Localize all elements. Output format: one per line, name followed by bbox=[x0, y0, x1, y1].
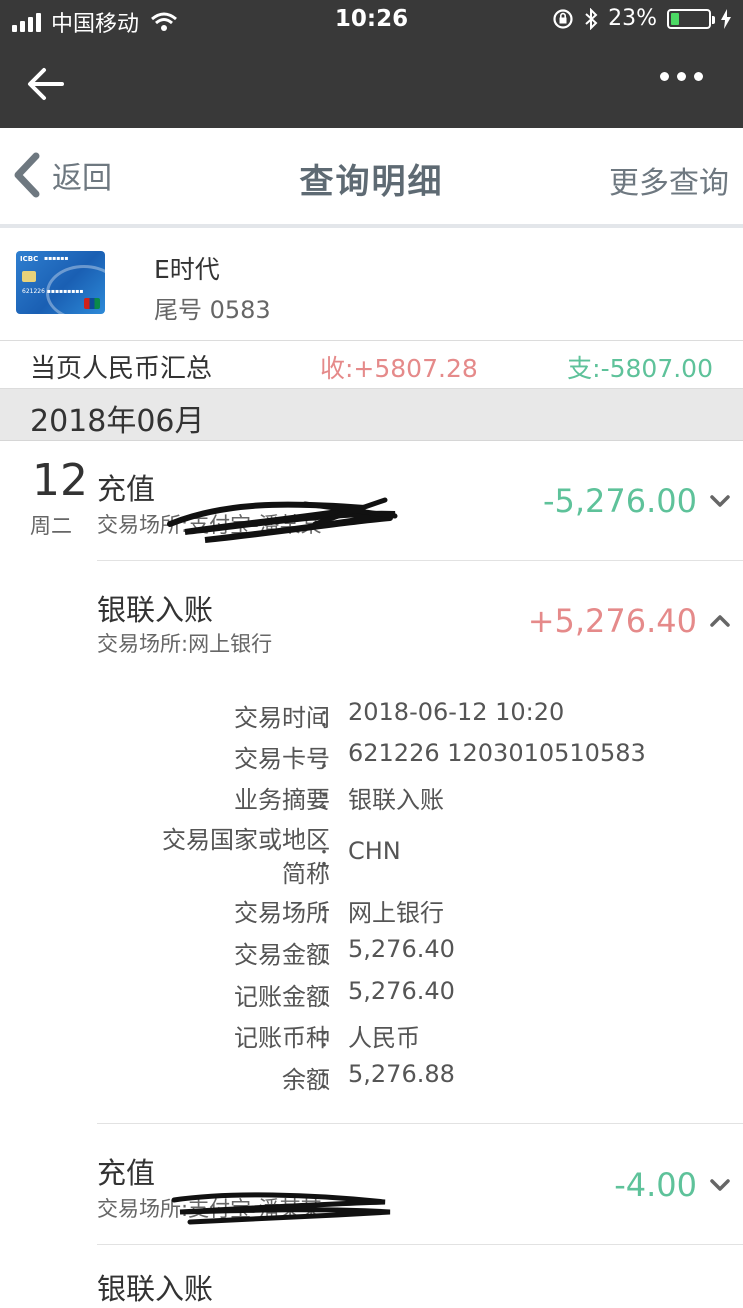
rmb-summary: 当页人民币汇总 收:+5807.28 支:-5807.00 bbox=[0, 340, 743, 389]
top-nav-bar bbox=[0, 40, 743, 128]
card-tail-number: 尾号 0583 bbox=[154, 296, 271, 324]
detail-row: 业务摘要 ： 银联入账 bbox=[0, 780, 743, 820]
chevron-down-icon[interactable] bbox=[709, 1174, 731, 1196]
detail-value: 5,276.40 bbox=[348, 935, 455, 963]
detail-row: 记账金额 ： 5,276.40 bbox=[234, 977, 455, 1011]
detail-row: 交易国家或地区 简称 ： CHN bbox=[0, 820, 743, 890]
transaction-title: 银联入账 bbox=[97, 1272, 214, 1306]
page-header: 返回 查询明细 更多查询 bbox=[0, 128, 743, 228]
divider bbox=[97, 1244, 743, 1245]
detail-value: CHN bbox=[348, 837, 401, 865]
divider bbox=[97, 560, 743, 561]
detail-label: 业务摘要 bbox=[234, 786, 330, 814]
detail-value: 2018-06-12 10:20 bbox=[348, 698, 565, 726]
more-query-button[interactable]: 更多查询 bbox=[609, 158, 729, 202]
detail-row: 余额 ： 5,276.88 bbox=[282, 1060, 455, 1094]
battery-percent: 23% bbox=[608, 6, 657, 31]
day-number: 12 bbox=[32, 455, 88, 506]
more-options-icon[interactable] bbox=[660, 72, 703, 81]
detail-value: 人民币 bbox=[348, 1024, 420, 1052]
detail-label: 交易国家或地区 bbox=[162, 826, 330, 854]
detail-row: 交易时间 ： 2018-06-12 10:20 bbox=[234, 698, 565, 732]
detail-row: 交易卡号 ： 621226 1203010510583 bbox=[234, 739, 646, 773]
summary-label: 当页人民币汇总 bbox=[30, 354, 213, 384]
summary-income: 收:+5807.28 bbox=[320, 354, 478, 383]
month-label: 2018年06月 bbox=[30, 404, 205, 439]
back-arrow-icon[interactable] bbox=[22, 60, 70, 108]
detail-label: 交易金额 bbox=[234, 941, 330, 969]
transaction-title: 充值 bbox=[97, 1156, 156, 1190]
detail-row: 记账币种 ： 人民币 bbox=[0, 1018, 743, 1058]
chevron-down-icon[interactable] bbox=[709, 490, 731, 512]
chevron-up-icon[interactable] bbox=[709, 610, 731, 632]
redaction-scribble bbox=[167, 497, 398, 543]
card-name: E时代 bbox=[154, 255, 220, 284]
status-bar: 中国移动 10:26 23% bbox=[0, 0, 743, 40]
detail-label: 交易卡号 bbox=[234, 745, 330, 773]
bluetooth-icon bbox=[585, 7, 598, 30]
detail-value: 5,276.88 bbox=[348, 1060, 455, 1088]
transaction-amount: -4.00 bbox=[614, 1166, 697, 1204]
detail-label: 记账金额 bbox=[234, 983, 330, 1011]
detail-label: 交易时间 bbox=[234, 704, 330, 732]
divider bbox=[97, 1123, 743, 1124]
card-info: ICBC ▪▪▪▪▪▪ 621226 ▪▪▪▪▪▪▪▪▪ E时代 尾号 0583 bbox=[0, 228, 743, 341]
detail-value: 网上银行 bbox=[348, 899, 444, 927]
battery-icon bbox=[667, 8, 715, 29]
month-header: 2018年06月 bbox=[0, 389, 743, 441]
transaction-title: 充值 bbox=[97, 472, 156, 506]
charging-icon bbox=[721, 8, 731, 29]
status-right: 23% bbox=[552, 6, 731, 31]
detail-label: 交易场所 bbox=[234, 899, 330, 927]
rotation-lock-icon bbox=[553, 8, 573, 29]
transaction-title: 银联入账 bbox=[97, 593, 214, 627]
detail-value: 621226 1203010510583 bbox=[348, 739, 646, 767]
day-weekday: 周二 bbox=[30, 514, 72, 538]
bank-card-image: ICBC ▪▪▪▪▪▪ 621226 ▪▪▪▪▪▪▪▪▪ bbox=[16, 251, 105, 314]
detail-value: 银联入账 bbox=[348, 786, 444, 814]
transaction-amount: +5,276.40 bbox=[527, 602, 697, 640]
transaction-place: 交易场所:网上银行 bbox=[97, 632, 273, 656]
detail-label: 记账币种 bbox=[234, 1024, 330, 1052]
detail-row: 交易金额 ： 5,276.40 bbox=[234, 935, 455, 969]
detail-row: 交易场所 ： 网上银行 bbox=[0, 893, 743, 933]
summary-expense: 支:-5807.00 bbox=[567, 354, 713, 383]
detail-value: 5,276.40 bbox=[348, 977, 455, 1005]
transaction-amount: -5,276.00 bbox=[542, 482, 697, 520]
